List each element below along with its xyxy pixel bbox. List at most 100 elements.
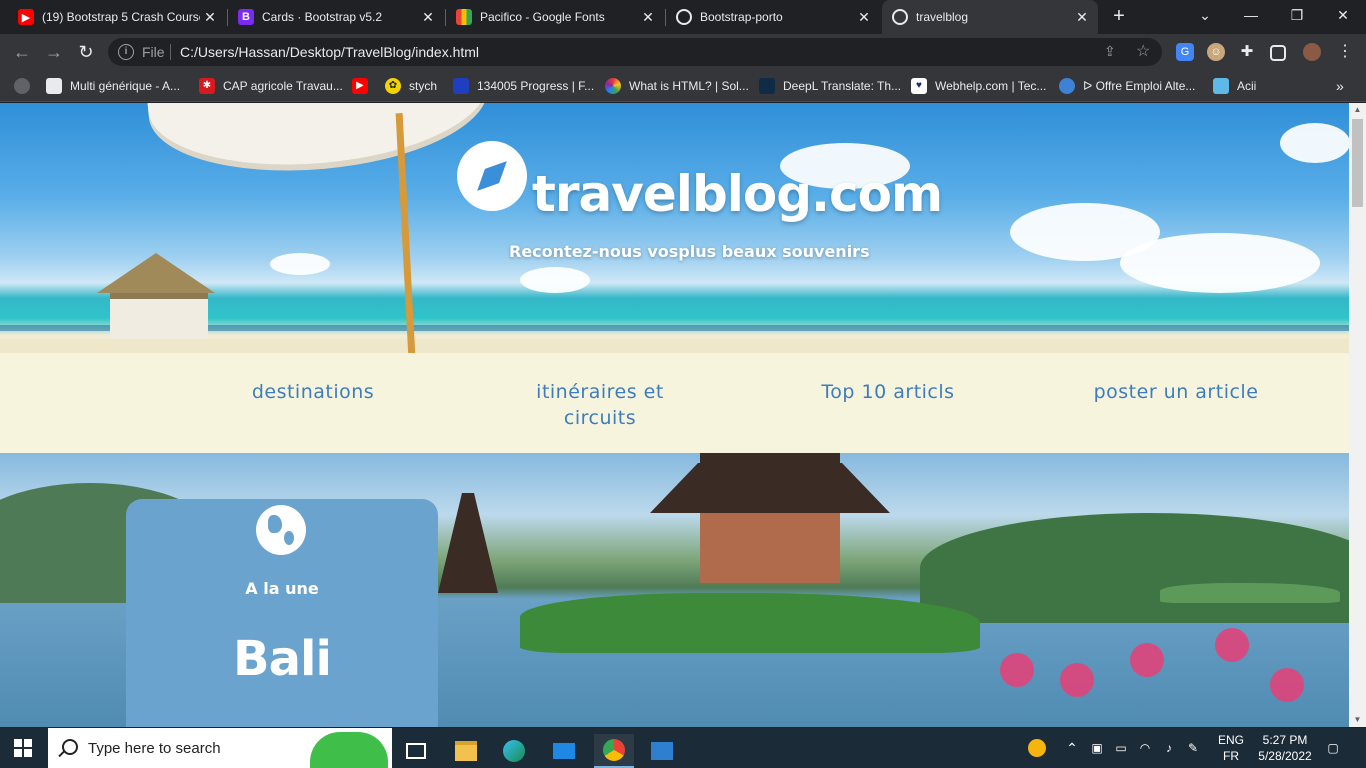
- scroll-up-icon[interactable]: ▲: [1349, 103, 1366, 117]
- nav-poster-un-article[interactable]: poster un article: [1080, 379, 1272, 405]
- notifications-icon[interactable]: ▢: [1322, 728, 1344, 768]
- profile-avatar[interactable]: [1303, 43, 1321, 61]
- close-tab-icon[interactable]: ✕: [200, 9, 220, 26]
- bookmark-multi-generique[interactable]: Multi générique - A...: [46, 77, 180, 95]
- close-window-button[interactable]: ✕: [1320, 0, 1366, 30]
- close-tab-icon[interactable]: ✕: [418, 9, 438, 26]
- bookmark-deepl[interactable]: DeepL Translate: Th...: [759, 77, 901, 95]
- beach-hut: [110, 293, 208, 339]
- bookmark-label: DeepL Translate: Th...: [783, 79, 902, 93]
- volume-icon[interactable]: ♪: [1158, 728, 1180, 768]
- bookmark-offre-emploi[interactable]: ᐅ Offre Emploi Alte...: [1059, 77, 1195, 95]
- youtube-icon: ▶: [18, 9, 34, 25]
- address-bar[interactable]: i File C:/Users/Hassan/Desktop/TravelBlo…: [108, 38, 1162, 66]
- stych-icon: ✿: [385, 78, 401, 94]
- scrollbar-thumb[interactable]: [1352, 119, 1363, 207]
- battery-icon[interactable]: ▭: [1110, 728, 1132, 768]
- tab-search-chevron-icon[interactable]: ⌄: [1182, 0, 1228, 30]
- nav-destinations[interactable]: destinations: [223, 379, 403, 405]
- search-icon: [62, 739, 78, 755]
- show-hidden-icons-chevron[interactable]: ⌃: [1062, 728, 1082, 768]
- restore-button[interactable]: ❐: [1274, 0, 1320, 30]
- cloud-decoration: [1280, 123, 1349, 163]
- nav-itineraires-circuits[interactable]: itinéraires et circuits: [520, 379, 680, 431]
- tab-pacifico-google-fonts[interactable]: Pacifico - Google Fonts ✕: [446, 0, 664, 34]
- bookmark-progress[interactable]: 134005 Progress | F...: [453, 77, 594, 95]
- edge-icon[interactable]: [494, 734, 534, 768]
- more-menu-icon[interactable]: ⋮: [1336, 43, 1354, 61]
- beach-sand: [0, 339, 1349, 353]
- tab-title: Cards · Bootstrap v5.2: [262, 10, 383, 24]
- wifi-icon[interactable]: ◠: [1134, 728, 1156, 768]
- close-tab-icon[interactable]: ✕: [638, 9, 658, 26]
- beach-hut-roof: [97, 253, 215, 293]
- side-panel-icon[interactable]: [1270, 45, 1286, 61]
- taskbar-search[interactable]: Type here to search: [48, 728, 392, 768]
- bookmark-stych[interactable]: ✿ stych: [385, 77, 437, 95]
- bookmark-acii[interactable]: Acii: [1213, 77, 1256, 95]
- bookmarks-bar: Multi générique - A... ✱ CAP agricole Tr…: [0, 70, 1366, 102]
- temple-roof: [700, 453, 840, 467]
- tab-travelblog[interactable]: travelblog ✕: [882, 0, 1098, 34]
- weather-icon[interactable]: [1026, 728, 1048, 768]
- acii-icon: [1213, 78, 1229, 94]
- google-translate-extension-icon[interactable]: G: [1176, 43, 1194, 61]
- bookmark-youtube[interactable]: ▶: [352, 77, 376, 95]
- temple-body: [700, 513, 840, 583]
- chrome-icon[interactable]: [594, 734, 634, 768]
- hill-decoration: [920, 513, 1349, 623]
- language-indicator[interactable]: ENG FR: [1214, 732, 1248, 764]
- reload-button[interactable]: ↻: [74, 41, 98, 63]
- featured-card[interactable]: A la une Bali: [126, 499, 438, 727]
- bookmarks-overflow-icon[interactable]: »: [1336, 77, 1344, 95]
- nav-top-10-articles[interactable]: Top 10 articls: [798, 379, 978, 405]
- compass-logo-icon: [457, 141, 527, 211]
- bookmark-sololearn[interactable]: What is HTML? | Sol...: [605, 77, 749, 95]
- apps-globe-icon[interactable]: [14, 77, 30, 95]
- photos-icon[interactable]: [642, 734, 682, 768]
- garden-lawn: [1160, 583, 1340, 603]
- main-nav: destinations itinéraires et circuits Top…: [0, 353, 1349, 453]
- windows-start-icon[interactable]: [14, 739, 32, 757]
- task-view-icon[interactable]: [396, 734, 436, 768]
- bookmark-cap-agricole[interactable]: ✱ CAP agricole Travau...: [199, 77, 343, 95]
- cloud-decoration: [1120, 233, 1320, 293]
- tab-title: Bootstrap-porto: [700, 10, 783, 24]
- close-tab-icon[interactable]: ✕: [854, 9, 874, 26]
- taskbar-search-placeholder: Type here to search: [88, 740, 221, 757]
- clock-time: 5:27 PM: [1262, 733, 1308, 747]
- bookmark-label: ᐅ Offre Emploi Alte...: [1083, 79, 1196, 93]
- youtube-icon: ▶: [352, 78, 368, 94]
- pen-icon[interactable]: ✎: [1182, 728, 1204, 768]
- forward-button[interactable]: →: [42, 41, 66, 63]
- new-tab-button[interactable]: +: [1108, 5, 1130, 27]
- scroll-down-icon[interactable]: ▼: [1349, 713, 1366, 727]
- address-url[interactable]: C:/Users/Hassan/Desktop/TravelBlog/index…: [180, 44, 479, 60]
- cloud-decoration: [270, 253, 330, 275]
- mail-icon[interactable]: [544, 734, 584, 768]
- avatar-extension-icon[interactable]: ☺: [1207, 43, 1225, 61]
- info-icon[interactable]: i: [118, 44, 134, 60]
- taskbar-clock[interactable]: 5:27 PM 5/28/2022: [1250, 732, 1320, 764]
- bookmark-label: Multi générique - A...: [70, 79, 181, 93]
- tab-bootstrap-porto[interactable]: Bootstrap-porto ✕: [666, 0, 880, 34]
- bookmark-label: Acii: [1237, 79, 1257, 93]
- globe-icon: [256, 505, 306, 555]
- page-scrollbar[interactable]: ▲ ▼: [1349, 103, 1366, 727]
- share-icon[interactable]: ⇪: [1104, 43, 1116, 60]
- tab-cards-bootstrap[interactable]: B Cards · Bootstrap v5.2 ✕: [228, 0, 444, 34]
- language-secondary: FR: [1223, 749, 1239, 763]
- file-explorer-icon[interactable]: [446, 734, 486, 768]
- beach-umbrella: [147, 103, 493, 178]
- bootstrap-icon: B: [238, 9, 254, 25]
- flower-decoration: [1000, 653, 1034, 687]
- bookmark-star-icon[interactable]: ☆: [1136, 41, 1150, 61]
- meet-now-icon[interactable]: ▣: [1086, 728, 1108, 768]
- bookmark-webhelp[interactable]: ♥ Webhelp.com | Tec...: [911, 77, 1046, 95]
- minimize-button[interactable]: —: [1228, 0, 1274, 30]
- tab-bootstrap-crash-course[interactable]: ▶ (19) Bootstrap 5 Crash Course ✕: [8, 0, 226, 34]
- search-highlight-decoration: [310, 732, 388, 768]
- extensions-puzzle-icon[interactable]: ✚: [1238, 43, 1256, 61]
- close-tab-icon[interactable]: ✕: [1072, 9, 1092, 26]
- back-button[interactable]: ←: [10, 41, 34, 63]
